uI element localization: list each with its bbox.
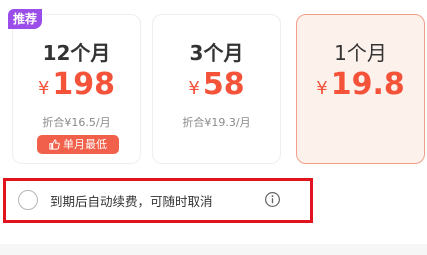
auto-renew-option[interactable]: 到期后自动续费，可随时取消 xyxy=(3,178,313,223)
tag-label: 单月最低 xyxy=(63,138,107,151)
per-month-price: 折合¥19.3/月 xyxy=(182,116,251,129)
plan-duration: 12个月 xyxy=(42,41,111,65)
auto-renew-radio[interactable] xyxy=(18,190,38,210)
info-icon[interactable] xyxy=(264,191,281,208)
per-month-price: 折合¥16.5/月 xyxy=(42,116,111,129)
currency-symbol: ¥ xyxy=(37,78,50,99)
plan-duration: 3个月 xyxy=(189,41,244,65)
auto-renew-label: 到期后自动续费，可随时取消 xyxy=(50,194,213,209)
plan-card-12-months[interactable]: 12个月 ¥198 折合¥16.5/月 单月最低 xyxy=(12,14,141,164)
bottom-divider xyxy=(0,244,427,255)
plan-price: ¥19.8 xyxy=(297,67,424,102)
price-value: 58 xyxy=(202,67,245,102)
plan-card-3-months[interactable]: 3个月 ¥58 折合¥19.3/月 xyxy=(152,14,281,164)
recommend-badge: 推荐 xyxy=(8,9,43,29)
price-value: 19.8 xyxy=(330,67,405,102)
currency-symbol: ¥ xyxy=(188,78,200,99)
currency-symbol: ¥ xyxy=(316,78,328,99)
plan-price: ¥198 xyxy=(13,67,140,102)
price-value: 198 xyxy=(52,67,116,102)
plan-duration: 1个月 xyxy=(334,41,387,65)
thumbs-up-icon xyxy=(49,139,60,150)
lowest-monthly-tag: 单月最低 xyxy=(37,135,119,154)
plan-price: ¥58 xyxy=(153,67,280,102)
plan-card-1-month[interactable]: 1个月 ¥19.8 xyxy=(296,14,425,164)
